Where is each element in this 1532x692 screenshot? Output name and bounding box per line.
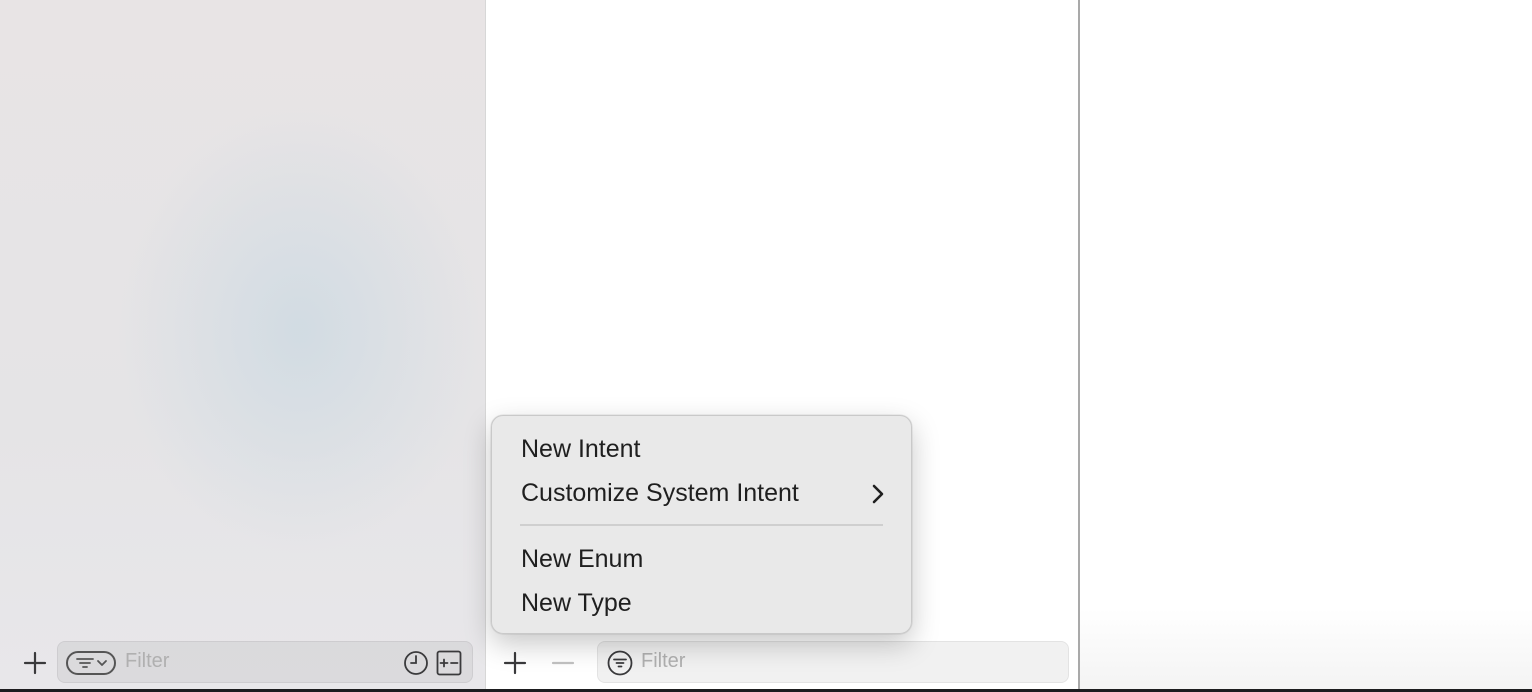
add-file-button[interactable] (20, 648, 50, 678)
menu-item-label: Customize System Intent (521, 478, 799, 507)
menu-separator (520, 524, 883, 526)
add-popup-menu: New Intent Customize System Intent New E… (491, 415, 912, 634)
source-control-filter-button[interactable] (434, 650, 464, 676)
intent-filter-input[interactable] (641, 650, 1041, 673)
plus-icon (503, 651, 527, 675)
recent-files-button[interactable] (401, 650, 431, 676)
menu-item-new-type[interactable]: New Type (498, 583, 905, 623)
menu-item-new-intent[interactable]: New Intent (498, 429, 905, 469)
filter-options-button[interactable] (66, 651, 116, 675)
filter-circle-icon (607, 650, 633, 676)
minus-icon (551, 661, 575, 665)
menu-item-label: New Intent (521, 434, 641, 463)
navigator-sidebar (0, 0, 486, 692)
navigator-filter-field[interactable] (57, 641, 473, 683)
filter-button[interactable] (606, 649, 634, 677)
menu-item-customize-system-intent[interactable]: Customize System Intent (498, 473, 905, 513)
filter-options-icon (76, 658, 107, 668)
remove-item-button[interactable] (548, 648, 578, 678)
clock-icon (404, 651, 428, 675)
add-item-button[interactable] (500, 648, 530, 678)
navigator-filter-input[interactable] (125, 650, 385, 673)
menu-item-new-enum[interactable]: New Enum (498, 539, 905, 579)
plus-icon (23, 651, 47, 675)
menu-item-label: New Enum (521, 544, 644, 573)
editor-pane (1080, 0, 1532, 692)
chevron-right-icon (872, 484, 884, 504)
menu-item-label: New Type (521, 588, 632, 617)
intent-filter-field[interactable] (597, 641, 1069, 683)
plus-minus-square-icon (436, 650, 462, 676)
